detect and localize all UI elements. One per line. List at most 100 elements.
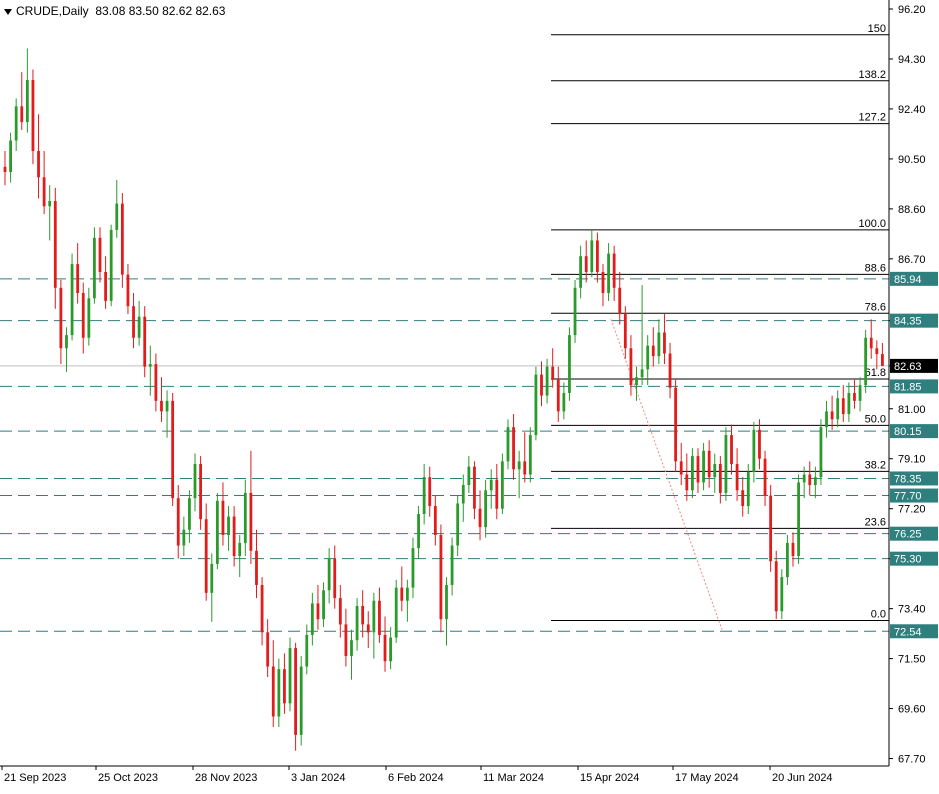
candle-body <box>389 637 393 662</box>
candle <box>299 655 303 746</box>
candle-body <box>853 392 856 401</box>
candle-body <box>439 535 443 620</box>
candle-body <box>528 435 532 475</box>
candle <box>199 456 202 530</box>
candle <box>394 579 398 643</box>
price-tick-label: 90.50 <box>898 154 926 166</box>
candle-body <box>143 316 147 367</box>
ohlc-values: 83.08 83.50 82.62 82.63 <box>95 4 226 18</box>
candle-body <box>702 450 705 483</box>
candle-body <box>534 374 538 436</box>
candle-body <box>350 640 353 656</box>
candle-body <box>467 466 471 486</box>
candle-body <box>858 385 862 401</box>
candle <box>573 279 577 344</box>
candle <box>439 524 443 633</box>
fib-level-label: 23.6 <box>865 516 886 528</box>
candle-body <box>31 80 35 152</box>
chart-area[interactable]: 150 138.2 127.2 100.0 88.6 78.6 61.8 50.0 38.2 23… <box>0 0 939 789</box>
candle-body <box>148 364 152 367</box>
candle-body <box>137 316 141 338</box>
candle-body <box>405 587 409 601</box>
fib-level-label: 50.0 <box>865 413 886 425</box>
time-tick-label: 15 Apr 2024 <box>580 772 639 784</box>
candle-body <box>98 237 102 272</box>
candle-body <box>691 456 694 491</box>
time-tick-label: 11 Mar 2024 <box>483 772 544 784</box>
candle-body <box>875 348 879 355</box>
candle-body <box>523 461 527 475</box>
candle <box>143 306 147 378</box>
candle-body <box>37 151 40 178</box>
candle-body <box>255 550 258 585</box>
fib-level-label: 38.2 <box>865 459 886 471</box>
level-price-tag: 77.70 <box>890 488 938 503</box>
candle-body <box>277 669 281 717</box>
candle-body <box>81 293 85 338</box>
candle-body <box>478 508 482 528</box>
candle-body <box>204 519 208 593</box>
candle-body <box>378 600 381 635</box>
candle-body <box>210 563 214 593</box>
candle-body <box>819 427 823 478</box>
candle-body <box>76 264 80 294</box>
candle-body <box>165 400 169 412</box>
candle <box>120 193 124 288</box>
candle-body <box>484 490 488 528</box>
fib-level-label: 0.0 <box>871 608 886 620</box>
time-tick-label: 6 Feb 2024 <box>388 772 444 784</box>
candle-body <box>171 400 175 499</box>
price-tick-label: 88.60 <box>898 204 926 216</box>
level-tag-label: 76.25 <box>894 529 922 541</box>
candle-body <box>556 379 560 412</box>
candle-body <box>830 411 834 420</box>
candle-body <box>663 332 666 354</box>
candle-body <box>422 477 426 514</box>
candle-body <box>774 561 778 612</box>
candle-body <box>461 485 465 504</box>
candle-body <box>70 264 74 336</box>
candlestick-chart[interactable]: 150 138.2 127.2 100.0 88.6 78.6 61.8 50.0 38.2 23… <box>0 0 939 789</box>
candle-body <box>428 477 432 507</box>
candle-body <box>741 490 745 507</box>
price-tick-label: 96.20 <box>898 4 926 16</box>
candle-body <box>456 503 460 546</box>
candle-body <box>327 558 331 591</box>
candle-body <box>780 577 784 612</box>
dropdown-triangle-icon[interactable] <box>4 8 12 15</box>
candle-body <box>344 624 348 656</box>
candle-body <box>517 461 521 470</box>
candle-body <box>182 529 186 546</box>
time-tick-label: 28 Nov 2023 <box>195 772 257 784</box>
candle-body <box>629 348 633 386</box>
candle-body <box>288 648 292 704</box>
candle <box>534 366 538 441</box>
candle-body <box>366 624 370 633</box>
candle-body <box>48 200 52 207</box>
candle-body <box>601 272 605 294</box>
candle-body <box>271 666 275 717</box>
candle <box>31 69 35 165</box>
candle-body <box>679 461 683 475</box>
candle-body <box>25 80 29 123</box>
candle-body <box>400 587 404 601</box>
current-price-tag: 82.63 <box>890 358 938 373</box>
candle-body <box>584 256 588 272</box>
price-tick-label: 71.50 <box>898 654 926 666</box>
level-tag-label: 77.70 <box>894 491 922 503</box>
candle <box>674 379 678 472</box>
fib-level-label: 127.2 <box>858 112 886 124</box>
candle-body <box>825 411 828 428</box>
candle-body <box>305 634 309 667</box>
candle-body <box>512 427 515 470</box>
level-price-tag: 85.94 <box>890 271 938 286</box>
candle-body <box>299 666 303 735</box>
candle-body <box>595 240 599 272</box>
price-tick-label: 81.00 <box>898 404 926 416</box>
candle <box>797 474 800 564</box>
candle-body <box>668 353 672 388</box>
candle-body <box>53 200 57 288</box>
price-tick-label: 86.70 <box>898 254 926 266</box>
fib-level-label: 88.6 <box>865 262 886 274</box>
candle-body <box>685 474 689 491</box>
